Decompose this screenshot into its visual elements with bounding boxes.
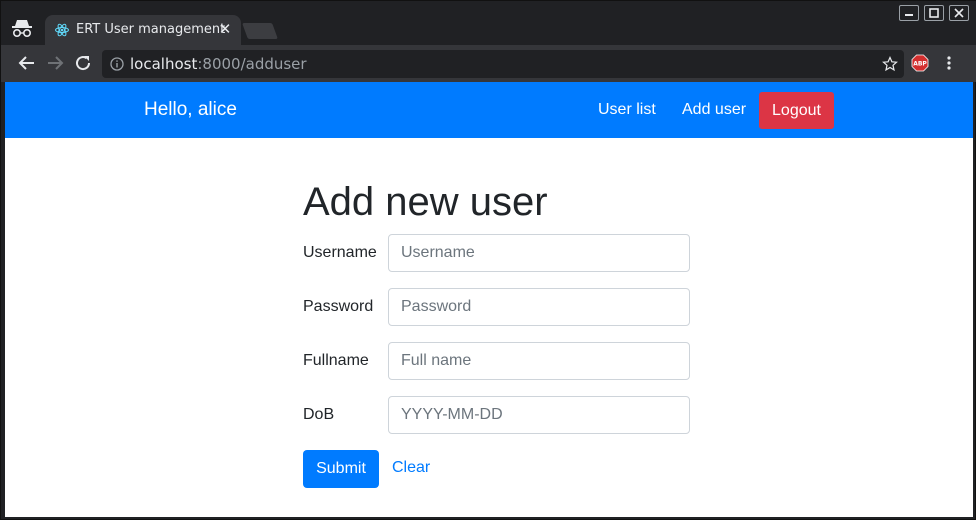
nav-user-list[interactable]: User list <box>598 101 656 119</box>
adblock-icon[interactable]: ABP <box>911 54 929 72</box>
incognito-icon <box>12 20 32 38</box>
dob-input[interactable] <box>388 396 690 434</box>
minimize-icon <box>905 14 913 16</box>
tab-active[interactable]: ERT User management ✕ <box>45 15 241 45</box>
browser-window: ERT User management ✕ localhost:8000/add… <box>0 0 976 520</box>
url-text: localhost:8000/adduser <box>130 55 307 73</box>
page-viewport: Hello, alice User list Add user Logout A… <box>5 82 973 517</box>
fullname-label: Fullname <box>303 352 369 369</box>
password-label: Password <box>303 298 374 315</box>
greeting-brand[interactable]: Hello, alice <box>144 99 237 121</box>
url-host: localhost <box>130 55 198 73</box>
top-navbar: Hello, alice User list Add user Logout <box>5 82 973 138</box>
star-icon[interactable] <box>882 56 898 72</box>
browser-toolbar: localhost:8000/adduser <box>1 45 976 82</box>
dob-label: DoB <box>303 406 335 423</box>
address-bar[interactable]: localhost:8000/adduser <box>102 50 904 78</box>
tab-title: ERT User management <box>76 22 226 37</box>
username-label: Username <box>303 244 377 261</box>
minimize-button[interactable] <box>899 5 919 21</box>
menu-icon[interactable] <box>945 55 953 71</box>
clear-link[interactable]: Clear <box>392 459 430 477</box>
close-tab-icon[interactable]: ✕ <box>217 21 233 37</box>
close-window-button[interactable] <box>949 5 969 21</box>
password-input[interactable] <box>388 288 690 326</box>
url-path: :8000/adduser <box>197 55 307 73</box>
page-title: Add new user <box>303 180 548 224</box>
forward-icon[interactable] <box>45 53 65 73</box>
react-icon <box>55 23 69 37</box>
maximize-button[interactable] <box>924 5 944 21</box>
fullname-input[interactable] <box>388 342 690 380</box>
info-icon[interactable] <box>110 57 124 71</box>
reload-icon[interactable] <box>73 53 93 73</box>
username-input[interactable] <box>388 234 690 272</box>
close-icon <box>954 8 964 18</box>
logout-button[interactable]: Logout <box>759 92 834 129</box>
maximize-icon <box>929 8 939 18</box>
submit-button[interactable]: Submit <box>303 450 379 488</box>
nav-add-user[interactable]: Add user <box>682 101 746 119</box>
tab-strip: ERT User management ✕ <box>1 1 976 45</box>
new-tab-button[interactable] <box>242 23 278 39</box>
adblock-label: ABP <box>913 61 927 68</box>
back-icon[interactable] <box>17 53 37 73</box>
